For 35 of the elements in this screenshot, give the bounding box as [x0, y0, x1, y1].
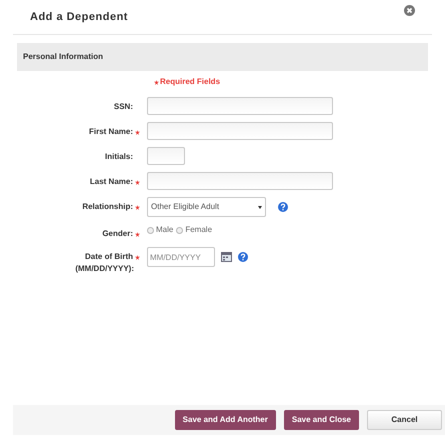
required-legend: Required Fields	[160, 76, 220, 88]
save-button[interactable]: Save and Close	[284, 410, 359, 430]
required-icon	[135, 204, 140, 210]
close-icon[interactable]	[404, 4, 415, 16]
field-label: Relationship:	[82, 201, 133, 213]
help-icon[interactable]	[278, 202, 288, 212]
field-label: SSN:	[114, 101, 134, 113]
text-field[interactable]	[147, 147, 185, 165]
text-field[interactable]	[147, 122, 333, 140]
radio-button[interactable]	[176, 226, 184, 234]
save-button[interactable]: Save and Add Another	[174, 410, 276, 430]
field-label: First Name:	[88, 126, 133, 138]
field-label: Gender:	[102, 228, 133, 240]
caret-icon	[258, 206, 262, 208]
field-label: Date of Birth	[85, 251, 133, 263]
calendar-icon[interactable]	[221, 252, 232, 262]
radio-label: Female	[185, 224, 212, 236]
required-icon	[154, 80, 159, 84]
required-icon	[135, 232, 140, 236]
required-icon	[135, 130, 140, 134]
field-label: Last Name:	[90, 176, 133, 188]
text-field[interactable]	[147, 97, 333, 115]
field-label: (MM/DD/YYYY):	[75, 263, 135, 275]
help-icon[interactable]	[238, 252, 248, 262]
section-header: Personal Information	[17, 43, 428, 71]
radio-button[interactable]	[147, 226, 154, 234]
radio-label: Male	[156, 224, 174, 236]
text-field[interactable]	[147, 172, 333, 190]
field-label: Initials:	[104, 151, 134, 163]
required-icon	[135, 254, 140, 260]
relationship-dropdown[interactable]: Other Eligible Adult	[147, 197, 266, 217]
date-field[interactable]: MM/DD/YYYY	[147, 247, 215, 267]
cancel-button[interactable]: Cancel	[367, 410, 442, 430]
required-icon	[135, 180, 140, 184]
dialog-title: Add a Dependent	[30, 10, 128, 25]
